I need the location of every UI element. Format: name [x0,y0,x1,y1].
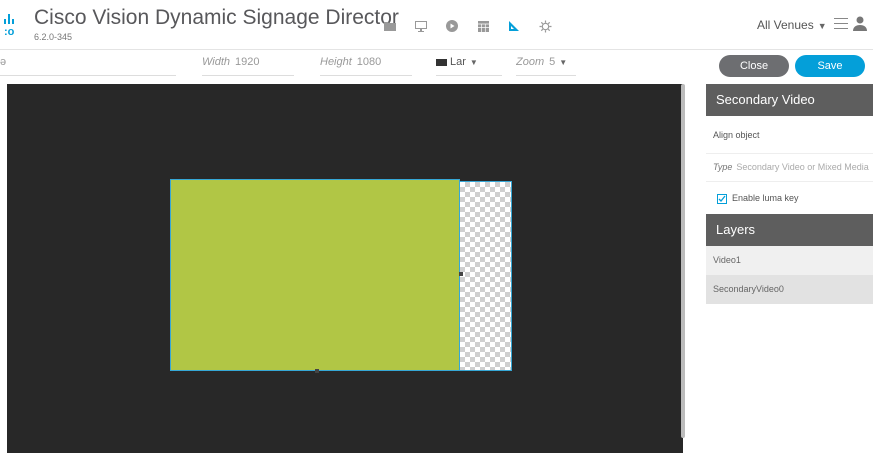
layers-header: Layers [706,214,873,246]
menu-icon[interactable] [834,18,848,30]
layer-item[interactable]: SecondaryVideo0 [706,275,873,304]
gear-icon[interactable] [535,16,555,36]
luma-key-label: Enable luma key [732,193,799,203]
layer-item[interactable]: Video1 [706,246,873,275]
calendar-icon[interactable] [473,16,493,36]
template-name-field[interactable]: ə [0,56,176,76]
template-name-value: ə [0,56,7,68]
design-toolbar: ə Width 1920 Height 1080 Lar ▼ Zoom 5 ▼ Close… [0,50,873,83]
luma-key-row[interactable]: Enable luma key [706,182,873,214]
type-value: Secondary Video or Mixed Media [736,162,869,172]
width-field[interactable]: Width 1920 [202,56,294,76]
layer-select[interactable]: Lar ▼ [436,56,502,76]
properties-panel: Secondary Video Align object Type Seconda… [706,84,873,453]
design-icon[interactable] [504,16,524,36]
save-button[interactable]: Save [795,55,865,77]
check-icon [718,195,726,202]
design-canvas[interactable] [7,84,683,453]
type-field[interactable]: Type Secondary Video or Mixed Media [706,154,873,182]
video-region[interactable] [170,179,460,371]
monitor-icon[interactable] [411,16,431,36]
type-label: Type [713,162,733,172]
height-field[interactable]: Height 1080 [320,56,412,76]
resize-handle[interactable] [459,272,463,276]
zoom-select[interactable]: Zoom 5 ▼ [516,56,576,76]
chevron-down-icon: ▼ [559,58,568,67]
layer-select-value: Lar [450,56,466,68]
chevron-down-icon: ▼ [817,21,827,31]
main-nav [380,16,566,36]
zoom-value: 5 [549,56,556,68]
resize-handle[interactable] [315,369,319,373]
app-title: Cisco Vision Dynamic Signage Director [34,6,399,29]
cisco-logo-text: :o [4,26,15,38]
app-header: :o Cisco Vision Dynamic Signage Director… [0,0,873,50]
height-value: 1080 [356,56,382,68]
align-object-row[interactable]: Align object [706,116,873,154]
user-icon[interactable] [853,16,867,32]
cisco-logo-bars [4,12,22,24]
width-value: 1920 [235,56,260,68]
secondary-video-header: Secondary Video [706,84,873,116]
cisco-logo[interactable]: :o [4,12,22,42]
play-icon[interactable] [442,16,462,36]
height-label: Height [320,56,352,68]
luma-key-checkbox[interactable] [717,193,727,204]
chevron-down-icon: ▼ [469,58,478,67]
folder-icon[interactable] [380,16,400,36]
width-label: Width [202,56,231,68]
layer-icon [436,58,447,66]
app-version: 6.2.0-345 [34,32,73,42]
venue-selector-label: All Venues [757,18,814,32]
secondary-video-region[interactable] [459,181,512,371]
canvas-scrollbar[interactable] [681,84,685,438]
zoom-label: Zoom [516,56,545,68]
venue-selector[interactable]: All Venues ▼ [757,18,827,32]
close-button[interactable]: Close [719,55,789,77]
